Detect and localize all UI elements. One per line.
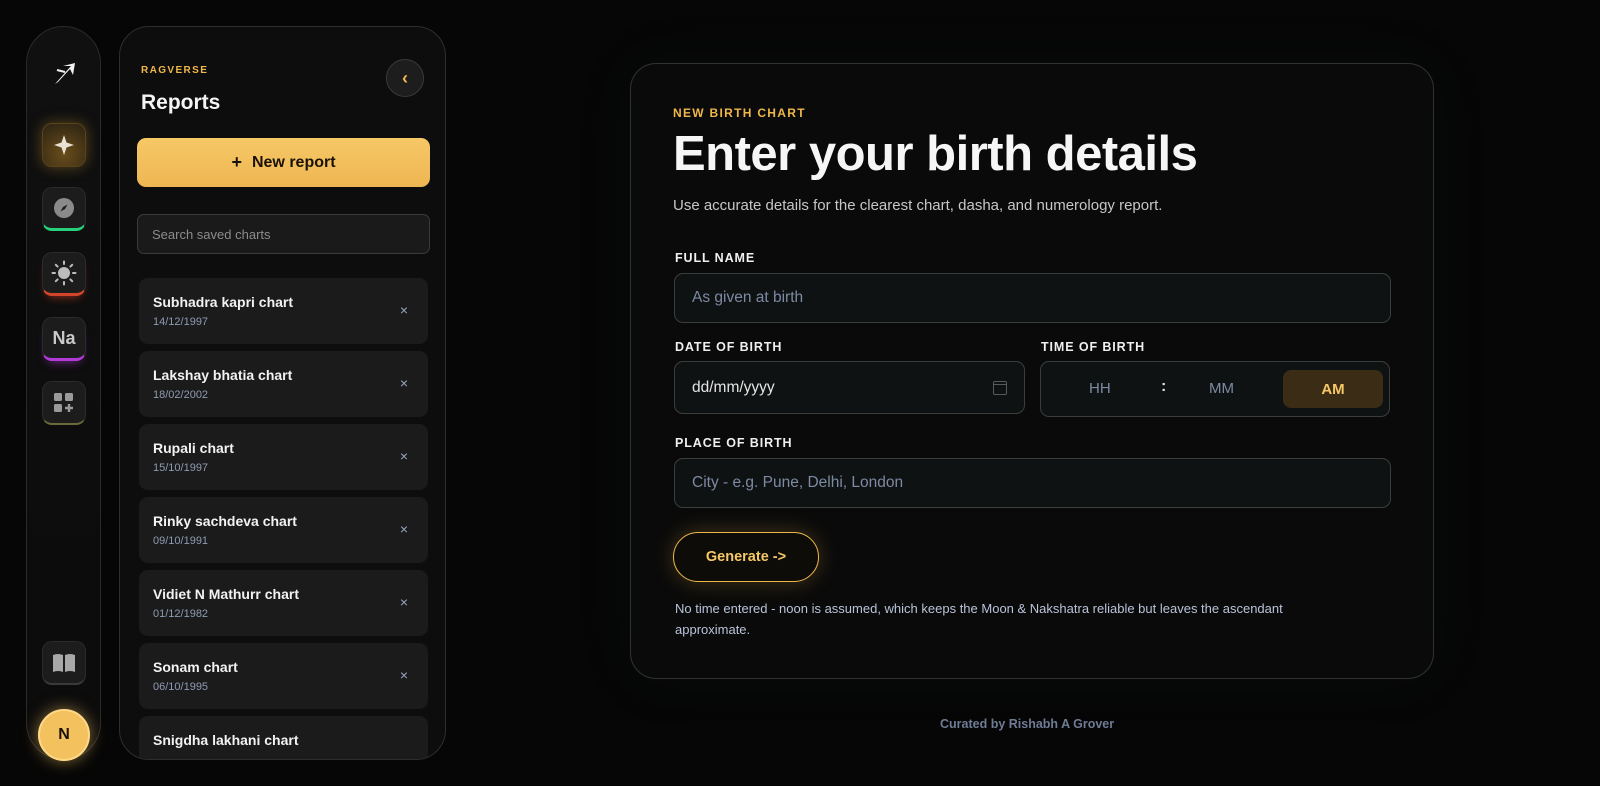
report-name: Rupali chart	[153, 440, 234, 456]
report-date: 01/12/1982	[153, 608, 209, 620]
sun-icon	[51, 260, 77, 286]
dob-value: dd/mm/yyyy	[692, 378, 775, 396]
time-separator: :	[1161, 378, 1167, 395]
report-name: Subhadra kapri chart	[153, 294, 294, 310]
apps-add-icon	[54, 392, 73, 412]
report-item[interactable]: Rupali chart 15/10/1997 ×	[139, 424, 428, 490]
delete-report-icon[interactable]: ×	[400, 667, 408, 683]
delete-report-icon[interactable]: ×	[400, 448, 408, 464]
minute-field[interactable]: MM	[1209, 380, 1234, 397]
rail-sun-button[interactable]	[42, 252, 86, 296]
time-of-birth-input: HH : MM AM	[1040, 361, 1390, 417]
dob-input[interactable]: dd/mm/yyyy	[674, 361, 1025, 414]
rail-sparkle-button[interactable]	[42, 123, 86, 167]
report-date: 15/10/1997	[153, 462, 209, 474]
report-item[interactable]: Vidiet N Mathurr chart 01/12/1982 ×	[139, 570, 428, 636]
page-subtitle: Use accurate details for the clearest ch…	[673, 197, 1163, 214]
place-of-birth-input[interactable]	[674, 458, 1391, 508]
rail-book-button[interactable]	[42, 641, 86, 685]
report-date: 06/10/1995	[153, 681, 209, 693]
compass-icon	[54, 198, 74, 218]
report-item[interactable]: Sonam chart 06/10/1995 ×	[139, 643, 428, 709]
full-name-input[interactable]	[674, 273, 1391, 323]
delete-report-icon[interactable]: ×	[400, 521, 408, 537]
footer-credit: Curated by Rishabh A Grover	[940, 717, 1115, 731]
new-report-label: New report	[251, 153, 336, 171]
report-date: 14/12/1997	[153, 316, 209, 328]
report-name: Lakshay bhatia chart	[153, 367, 293, 383]
page-title: Enter your birth details	[673, 127, 1198, 181]
rail-apps-button[interactable]	[42, 381, 86, 425]
rail-numerology-button[interactable]: Na	[42, 317, 86, 361]
brand-label: RAGVERSE	[141, 65, 209, 76]
delete-report-icon[interactable]: ×	[400, 375, 408, 391]
plus-icon: +	[231, 152, 242, 172]
rail-compass-button[interactable]	[42, 187, 86, 231]
new-report-button[interactable]: + New report	[137, 138, 430, 187]
report-list: Subhadra kapri chart 14/12/1997 × Laksha…	[139, 278, 428, 759]
sparkle-icon	[54, 135, 74, 155]
collapse-sidebar-button[interactable]: ‹	[386, 59, 424, 97]
report-date: 09/10/1991	[153, 535, 209, 547]
report-name: Vidiet N Mathurr chart	[153, 586, 299, 602]
report-item[interactable]: Rinky sachdeva chart 09/10/1991 ×	[139, 497, 428, 563]
sidebar-title: Reports	[141, 91, 221, 114]
place-of-birth-label: PLACE OF BIRTH	[675, 436, 793, 450]
logo-icon[interactable]	[51, 60, 79, 88]
card-eyebrow: NEW BIRTH CHART	[673, 106, 806, 120]
hour-field[interactable]: HH	[1089, 380, 1111, 397]
generate-button[interactable]: Generate ->	[673, 532, 819, 582]
am-pm-toggle[interactable]: AM	[1283, 370, 1383, 408]
time-of-birth-label: TIME OF BIRTH	[1041, 340, 1146, 354]
report-name: Sonam chart	[153, 659, 238, 675]
report-item[interactable]: Lakshay bhatia chart 18/02/2002 ×	[139, 351, 428, 417]
report-name: Rinky sachdeva chart	[153, 513, 297, 529]
numerology-icon: Na	[52, 327, 76, 348]
report-item[interactable]: Snigdha lakhani chart	[139, 716, 428, 759]
chevron-left-icon: ‹	[402, 67, 408, 88]
book-icon	[53, 653, 75, 672]
birth-details-card: NEW BIRTH CHART Enter your birth details…	[630, 63, 1434, 679]
delete-report-icon[interactable]: ×	[400, 302, 408, 318]
reports-sidebar: RAGVERSE Reports ‹ + New report Subhadra…	[119, 26, 446, 760]
dob-label: DATE OF BIRTH	[675, 340, 783, 354]
delete-report-icon[interactable]: ×	[400, 594, 408, 610]
report-date: 18/02/2002	[153, 389, 209, 401]
time-assumption-note: No time entered - noon is assumed, which…	[675, 601, 1283, 637]
search-saved-charts-input[interactable]	[137, 214, 430, 254]
report-item[interactable]: Subhadra kapri chart 14/12/1997 ×	[139, 278, 428, 344]
report-name: Snigdha lakhani chart	[153, 732, 299, 748]
full-name-label: FULL NAME	[675, 251, 756, 265]
user-avatar[interactable]: N	[38, 709, 90, 761]
icon-rail: Na N	[26, 26, 101, 761]
calendar-icon[interactable]	[993, 380, 1007, 395]
